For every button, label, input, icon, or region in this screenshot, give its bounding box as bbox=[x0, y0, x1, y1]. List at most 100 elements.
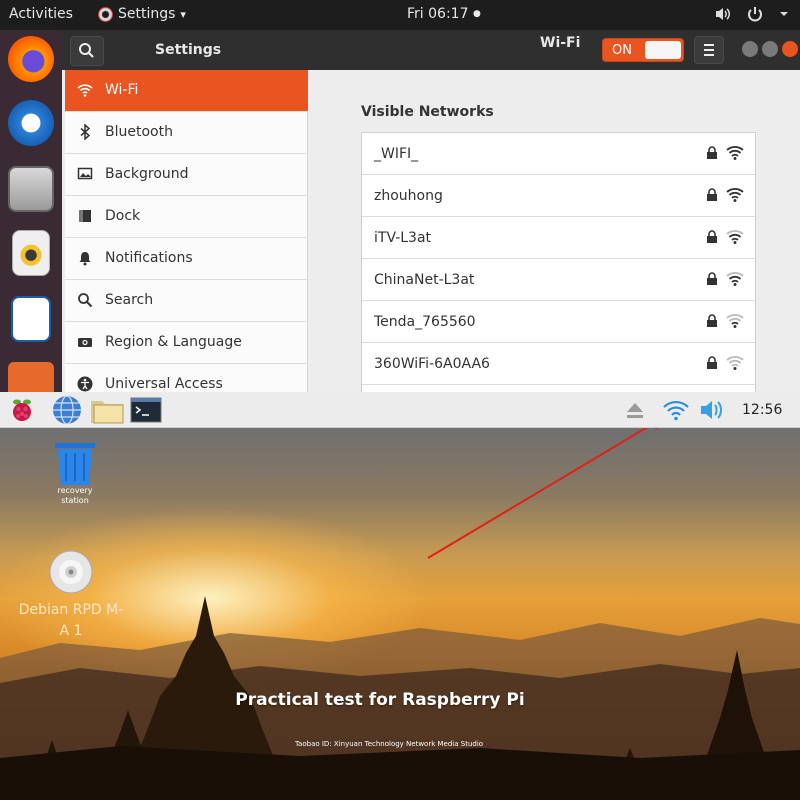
network-row[interactable]: _WIFI_ bbox=[362, 133, 755, 175]
speaker-icon[interactable] bbox=[714, 5, 732, 23]
sidebar-item-notifications[interactable]: Notifications bbox=[65, 238, 308, 280]
app-menu-label: Settings bbox=[118, 6, 176, 22]
search-button[interactable] bbox=[70, 36, 104, 66]
firefox-icon[interactable] bbox=[8, 36, 54, 82]
desktop-icon-label: recovery station bbox=[57, 486, 93, 505]
maximize-button[interactable] bbox=[762, 41, 778, 57]
sidebar-item-label: Notifications bbox=[105, 250, 193, 266]
bell-icon bbox=[79, 252, 91, 266]
hamburger-icon bbox=[704, 44, 714, 56]
pi-desktop: recovery station Debian RPD M- A 1 Pract… bbox=[0, 428, 800, 800]
sidebar-item-label: Background bbox=[105, 166, 189, 182]
dock bbox=[0, 30, 62, 392]
lock-icon bbox=[707, 272, 717, 285]
visible-networks-heading: Visible Networks bbox=[361, 104, 494, 120]
dock-icon bbox=[79, 210, 91, 222]
chevron-down-icon[interactable] bbox=[778, 5, 790, 23]
desktop-icon-label: Debian RPD M- A 1 bbox=[18, 602, 124, 639]
menu-button[interactable] bbox=[694, 36, 724, 64]
sidebar-item-dock[interactable]: Dock bbox=[65, 196, 308, 238]
clock-text: Fri 06:17 bbox=[407, 6, 469, 22]
sidebar-item-wifi[interactable]: Wi-Fi bbox=[65, 70, 308, 112]
network-name: _WIFI_ bbox=[374, 146, 419, 162]
network-name: zhouhong bbox=[374, 188, 443, 204]
app-menu[interactable]: Settings ▾ bbox=[98, 6, 186, 22]
sidebar-item-label: Universal Access bbox=[105, 376, 223, 392]
network-row[interactable]: iTV-L3at bbox=[362, 217, 755, 259]
lock-icon bbox=[707, 356, 717, 369]
raspberry-menu-icon[interactable] bbox=[8, 396, 36, 424]
network-name: iTV-L3at bbox=[374, 230, 432, 246]
wifi-signal-icon bbox=[726, 356, 744, 370]
lock-icon bbox=[707, 146, 717, 159]
sidebar-item-label: Bluetooth bbox=[105, 124, 173, 140]
network-list: _WIFI_ zhouhong iTV-L3at ChinaNet-L3at T bbox=[361, 132, 756, 392]
background-icon bbox=[77, 167, 93, 180]
libreoffice-writer-icon[interactable] bbox=[11, 296, 51, 342]
bluetooth-icon bbox=[80, 124, 91, 140]
wifi-panel: Visible Networks _WIFI_ zhouhong iTV-L3a… bbox=[309, 70, 800, 392]
panel-title: Wi-Fi bbox=[540, 35, 581, 51]
desktop-icon-recovery[interactable]: recovery station bbox=[44, 442, 106, 508]
system-tray[interactable] bbox=[714, 5, 790, 23]
top-bar: Activities Settings ▾ Fri 06:17 ● bbox=[0, 0, 800, 30]
wifi-icon bbox=[77, 84, 93, 97]
software-center-icon[interactable] bbox=[8, 362, 54, 392]
sidebar-item-label: Dock bbox=[105, 208, 141, 224]
settings-sidebar: Wi-Fi Bluetooth Background Dock Notifica… bbox=[65, 70, 308, 392]
sidebar-item-label: Region & Language bbox=[105, 334, 242, 350]
camera-icon bbox=[78, 338, 92, 347]
sidebar-item-bluetooth[interactable]: Bluetooth bbox=[65, 112, 308, 154]
wifi-signal-icon bbox=[726, 230, 744, 244]
pi-taskbar: 12:56 bbox=[0, 392, 800, 428]
file-manager-icon[interactable] bbox=[90, 396, 124, 424]
cd-disc-icon bbox=[49, 550, 93, 594]
wifi-signal-icon bbox=[726, 314, 744, 328]
power-icon[interactable] bbox=[746, 5, 764, 23]
wifi-signal-icon bbox=[726, 188, 744, 202]
volume-icon[interactable] bbox=[698, 396, 726, 424]
window-header: Settings Wi-Fi ON bbox=[62, 30, 800, 70]
rhythmbox-icon[interactable] bbox=[12, 230, 50, 276]
close-button[interactable] bbox=[782, 41, 798, 57]
network-row[interactable]: Tenda_765560 bbox=[362, 301, 755, 343]
desktop-icon-debian[interactable]: Debian RPD M- A 1 bbox=[10, 546, 132, 642]
sidebar-item-background[interactable]: Background bbox=[65, 154, 308, 196]
network-name: ChinaNet-L3at bbox=[374, 272, 475, 288]
clock[interactable]: Fri 06:17 ● bbox=[407, 6, 481, 22]
search-icon bbox=[78, 293, 93, 308]
lock-icon bbox=[707, 230, 717, 243]
wifi-icon[interactable] bbox=[662, 396, 690, 424]
notification-dot: ● bbox=[472, 9, 481, 19]
sidebar-item-region-language[interactable]: Region & Language bbox=[65, 322, 308, 364]
sidebar-title: Settings bbox=[155, 42, 222, 58]
pi-clock[interactable]: 12:56 bbox=[742, 402, 782, 418]
network-name: Tenda_765560 bbox=[374, 314, 476, 330]
lock-icon bbox=[707, 188, 717, 201]
lock-icon bbox=[707, 314, 717, 327]
eject-icon[interactable] bbox=[624, 396, 646, 424]
overlay-title: Practical test for Raspberry Pi bbox=[235, 690, 525, 710]
network-name: 360WiFi-6A0AA6 bbox=[374, 356, 490, 372]
minimize-button[interactable] bbox=[742, 41, 758, 57]
files-icon[interactable] bbox=[8, 166, 54, 212]
overlay-credit: Taobao ID: Xinyuan Technology Network Me… bbox=[294, 740, 484, 748]
trash-bin-icon bbox=[55, 443, 95, 485]
network-row[interactable]: 360WiFi-6A0AA6 bbox=[362, 343, 755, 385]
network-row[interactable]: zhouhong bbox=[362, 175, 755, 217]
search-icon bbox=[79, 43, 94, 58]
network-row[interactable]: ChinaNet-L3at bbox=[362, 259, 755, 301]
activities-button[interactable]: Activities bbox=[9, 6, 73, 22]
terminal-icon[interactable] bbox=[130, 396, 162, 424]
wifi-signal-icon bbox=[726, 272, 744, 286]
sidebar-item-label: Search bbox=[105, 292, 154, 308]
thunderbird-icon[interactable] bbox=[8, 100, 54, 146]
chevron-down-icon: ▾ bbox=[180, 7, 186, 21]
web-browser-icon[interactable] bbox=[52, 395, 82, 425]
settings-window: Settings Wi-Fi ON Wi-Fi Bluetooth Backgr… bbox=[62, 30, 800, 392]
accessibility-icon bbox=[77, 376, 93, 392]
sidebar-item-search[interactable]: Search bbox=[65, 280, 308, 322]
wifi-signal-icon bbox=[726, 146, 744, 160]
wifi-toggle[interactable]: ON bbox=[602, 38, 684, 62]
settings-gear-icon bbox=[98, 6, 113, 22]
